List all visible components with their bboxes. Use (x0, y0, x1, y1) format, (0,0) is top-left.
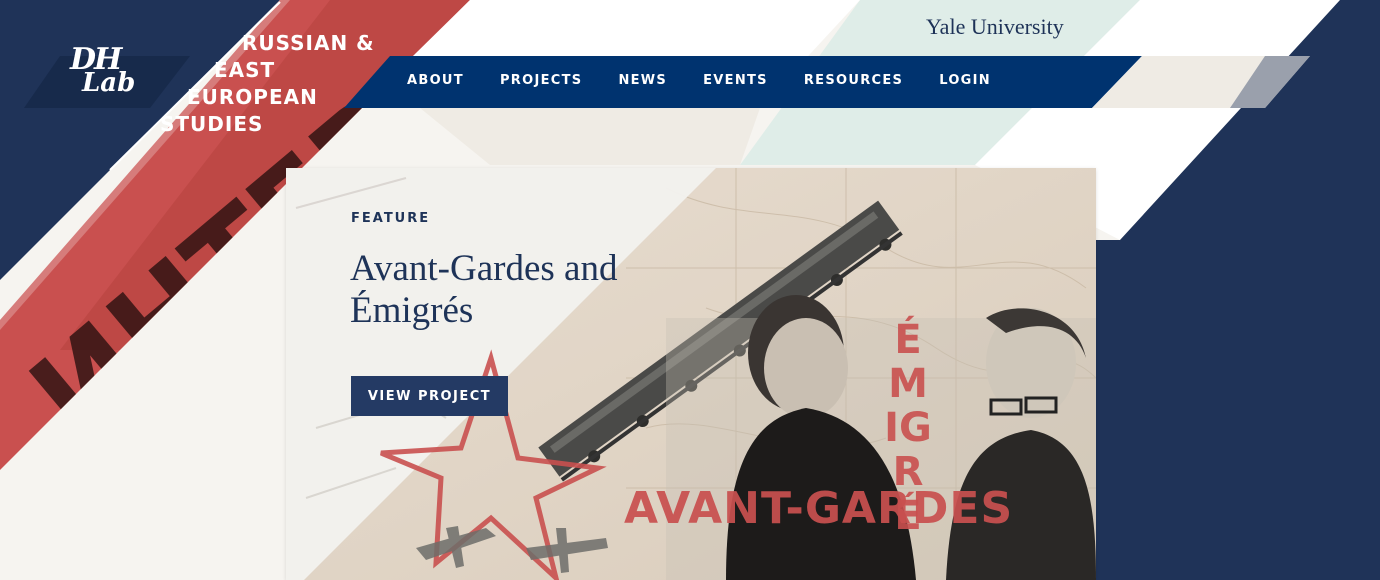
dh-lab-logo[interactable]: DH Lab (70, 45, 160, 104)
portrait-photo (666, 295, 1096, 580)
site-title-line-4: STUDIES (160, 112, 264, 136)
nav-news[interactable]: NEWS (618, 73, 667, 88)
site-title-line-3: EUROPEAN (187, 85, 318, 109)
poster-horizontal-text: AVANT-GARDES (624, 483, 1014, 534)
nav-events[interactable]: EVENTS (703, 73, 768, 88)
nav-projects[interactable]: PROJECTS (500, 73, 582, 88)
nav-about[interactable]: ABOUT (407, 73, 464, 88)
feature-label: FEATURE (351, 211, 431, 226)
logo-line-2: Lab (82, 67, 136, 98)
view-project-button[interactable]: VIEW PROJECT (351, 376, 508, 416)
yale-university-link[interactable]: Yale University (926, 14, 1064, 40)
feature-title: Avant-Gardes and Émigrés (350, 248, 618, 331)
site-title-line-1: RUSSIAN & (242, 31, 375, 55)
nav-resources[interactable]: RESOURCES (804, 73, 903, 88)
nav-login[interactable]: LOGIN (939, 73, 991, 88)
primary-nav: ABOUT PROJECTS NEWS EVENTS RESOURCES LOG… (407, 73, 1027, 88)
dh-lab-logo-mark: DH Lab (70, 45, 136, 98)
feature-card: FEATURE Avant-Gardes and Émigrés VIEW PR… (286, 168, 1096, 580)
site-title-line-2: EAST (214, 58, 276, 82)
